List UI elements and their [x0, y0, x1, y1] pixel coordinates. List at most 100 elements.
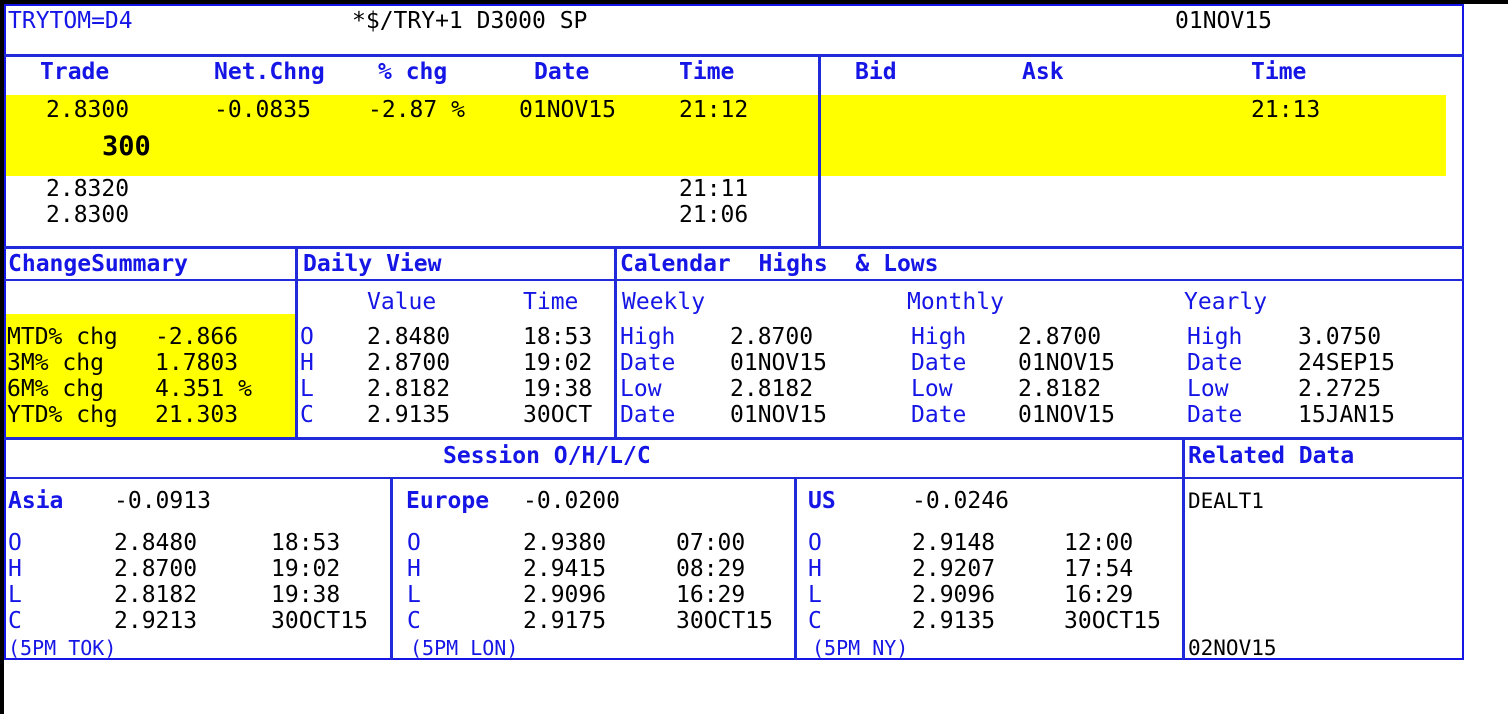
europe-c: 2.9175 — [523, 608, 607, 634]
col-bid: Bid — [855, 59, 897, 85]
monthly-high-label: High — [911, 324, 967, 350]
col-bid-time: Time — [1251, 59, 1307, 85]
divider-header — [4, 54, 1464, 57]
history-time-1: 21:11 — [679, 176, 749, 202]
yearly-high: 3.0750 — [1298, 324, 1382, 350]
mtd-label: MTD% chg — [7, 324, 118, 350]
yearly-title: Yearly — [1184, 289, 1268, 315]
divider-related-vertical — [1182, 439, 1185, 660]
related-data-title: Related Data — [1188, 443, 1355, 469]
divider-daily-calendar — [614, 248, 617, 439]
net-change: -0.0835 — [214, 97, 311, 123]
col-trade: Trade — [40, 59, 110, 85]
asia-l-label: L — [8, 582, 22, 608]
weekly-high-date-label: Date — [620, 350, 676, 376]
ric-code[interactable]: TRYTOM=D4 — [8, 8, 133, 34]
divider-session-title — [4, 477, 1464, 479]
divider-change-daily — [295, 248, 298, 439]
europe-o-time: 07:00 — [676, 530, 746, 556]
col-pct-chg: % chg — [378, 59, 448, 85]
ytd-label: YTD% chg — [7, 402, 118, 428]
asia-change: -0.0913 — [114, 488, 211, 514]
related-item-link[interactable]: DEALT1 — [1188, 488, 1264, 514]
weekly-high-label: High — [620, 324, 676, 350]
us-name: US — [808, 488, 836, 514]
col-time: Time — [679, 59, 735, 85]
europe-c-time: 30OCT15 — [676, 608, 773, 634]
divider-summary-title — [4, 279, 1464, 281]
daily-c-label: C — [300, 402, 314, 428]
us-footer: (5PM NY) — [812, 636, 909, 660]
us-o: 2.9148 — [912, 530, 996, 556]
yearly-low-date-label: Date — [1187, 402, 1243, 428]
trade-date: 01NOV15 — [519, 97, 616, 123]
6m-value: 4.351 % — [155, 376, 252, 402]
3m-value: 1.7803 — [155, 350, 239, 376]
instrument-description: *$/TRY+1 D3000 SP — [352, 8, 588, 34]
us-h-time: 17:54 — [1064, 556, 1134, 582]
monthly-low-date: 01NOV15 — [1018, 402, 1115, 428]
us-l: 2.9096 — [912, 582, 996, 608]
europe-l: 2.9096 — [523, 582, 607, 608]
trade-time: 21:12 — [679, 97, 749, 123]
monthly-low: 2.8182 — [1018, 376, 1102, 402]
europe-h-label: H — [407, 556, 421, 582]
monthly-high: 2.8700 — [1018, 324, 1102, 350]
trade-price: 2.8300 — [46, 97, 130, 123]
daily-c-time: 30OCT — [523, 402, 593, 428]
daily-h-value: 2.8700 — [367, 350, 451, 376]
europe-o: 2.9380 — [523, 530, 607, 556]
europe-o-label: O — [407, 530, 421, 556]
us-h-label: H — [808, 556, 822, 582]
percent-change: -2.87 % — [368, 97, 465, 123]
asia-c-time: 30OCT15 — [271, 608, 368, 634]
weekly-low-label: Low — [620, 376, 662, 402]
ytd-value: 21.303 — [155, 402, 239, 428]
monthly-low-date-label: Date — [911, 402, 967, 428]
yearly-high-date: 24SEP15 — [1298, 350, 1395, 376]
calendar-title: Calendar Highs & Lows — [620, 251, 939, 277]
us-o-time: 12:00 — [1064, 530, 1134, 556]
europe-l-time: 16:29 — [676, 582, 746, 608]
europe-h: 2.9415 — [523, 556, 607, 582]
daily-o-label: O — [300, 324, 314, 350]
weekly-low-date: 01NOV15 — [730, 402, 827, 428]
yearly-high-date-label: Date — [1187, 350, 1243, 376]
asia-o-label: O — [8, 530, 22, 556]
yearly-high-label: High — [1187, 324, 1243, 350]
monthly-low-label: Low — [911, 376, 953, 402]
divider-asia-europe — [390, 478, 393, 660]
divider-quote-bottom — [4, 246, 1464, 249]
col-net-chng: Net.Chng — [214, 59, 325, 85]
header-date: 01NOV15 — [1175, 8, 1272, 34]
3m-label: 3M% chg — [7, 350, 104, 376]
europe-change: -0.0200 — [523, 488, 620, 514]
weekly-title: Weekly — [622, 289, 706, 315]
weekly-high: 2.8700 — [730, 324, 814, 350]
divider-europe-us — [794, 478, 797, 660]
us-change: -0.0246 — [912, 488, 1009, 514]
us-o-label: O — [808, 530, 822, 556]
yearly-low-date: 15JAN15 — [1298, 402, 1395, 428]
asia-h: 2.8700 — [114, 556, 198, 582]
6m-label: 6M% chg — [7, 376, 104, 402]
change-summary-title: ChangeSummary — [8, 251, 189, 277]
asia-c-label: C — [8, 608, 22, 634]
monthly-high-date-label: Date — [911, 350, 967, 376]
asia-o: 2.8480 — [114, 530, 198, 556]
weekly-high-date: 01NOV15 — [730, 350, 827, 376]
us-h: 2.9207 — [912, 556, 996, 582]
daily-time-header: Time — [523, 289, 579, 315]
session-title: Session O/H/L/C — [443, 443, 651, 469]
us-l-time: 16:29 — [1064, 582, 1134, 608]
asia-l-time: 19:38 — [271, 582, 341, 608]
trade-volume: 300 — [102, 131, 151, 162]
daily-l-value: 2.8182 — [367, 376, 451, 402]
us-c-label: C — [808, 608, 822, 634]
asia-h-label: H — [8, 556, 22, 582]
daily-l-time: 19:38 — [523, 376, 593, 402]
europe-name: Europe — [406, 488, 490, 514]
history-price-2: 2.8300 — [46, 202, 130, 228]
asia-c: 2.9213 — [114, 608, 198, 634]
europe-l-label: L — [407, 582, 421, 608]
